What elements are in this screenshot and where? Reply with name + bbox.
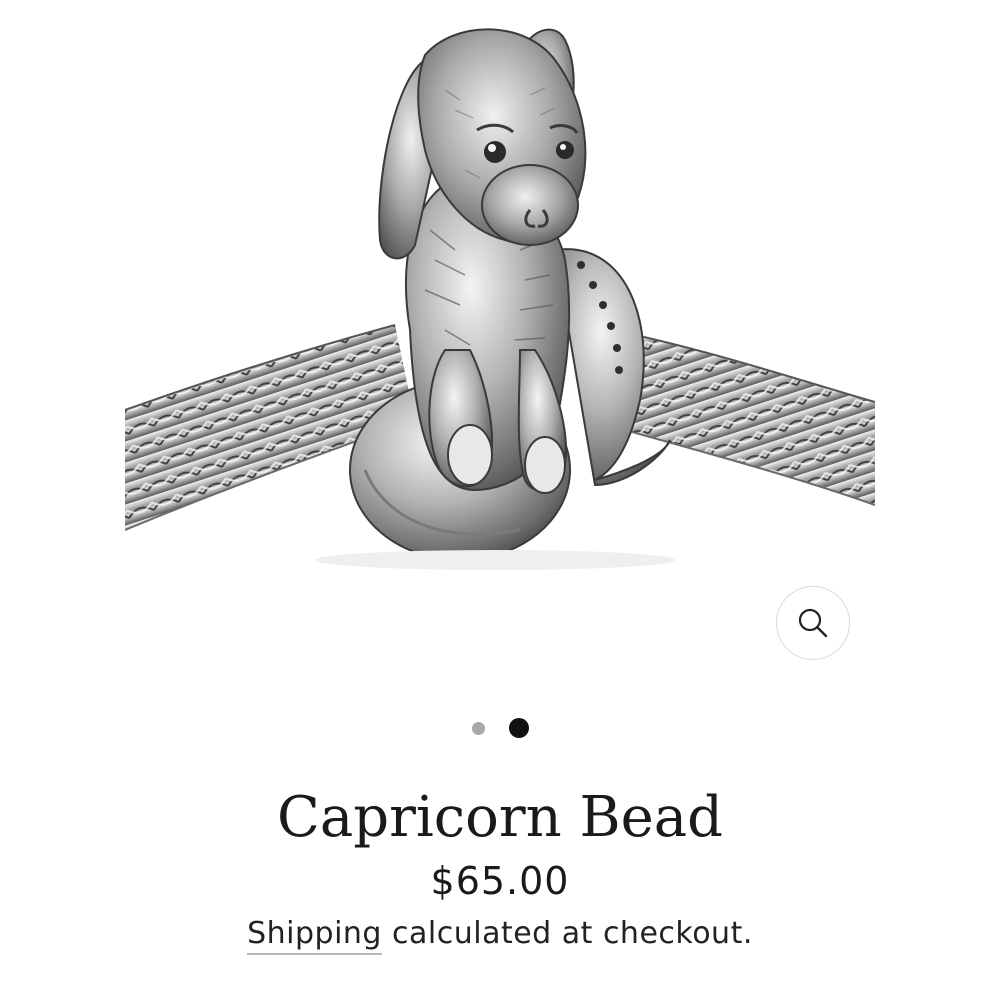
product-gallery	[0, 0, 1000, 700]
zoom-button[interactable]	[776, 586, 850, 660]
slide-dot-1[interactable]	[471, 721, 485, 735]
shipping-note: Shipping calculated at checkout.	[0, 912, 1000, 956]
product-price: $65.00	[430, 859, 570, 903]
shipping-note-text: calculated at checkout.	[381, 916, 753, 951]
gallery-pagination	[0, 716, 1000, 740]
product-title: Capricorn Bead	[276, 785, 723, 850]
slide-dot-2-active[interactable]	[508, 718, 529, 738]
shipping-link[interactable]: Shipping	[247, 916, 382, 955]
product-page: Capricorn Bead $65.00 Shipping calculate…	[0, 0, 1000, 1000]
product-image[interactable]	[125, 0, 875, 580]
search-icon	[798, 608, 828, 638]
